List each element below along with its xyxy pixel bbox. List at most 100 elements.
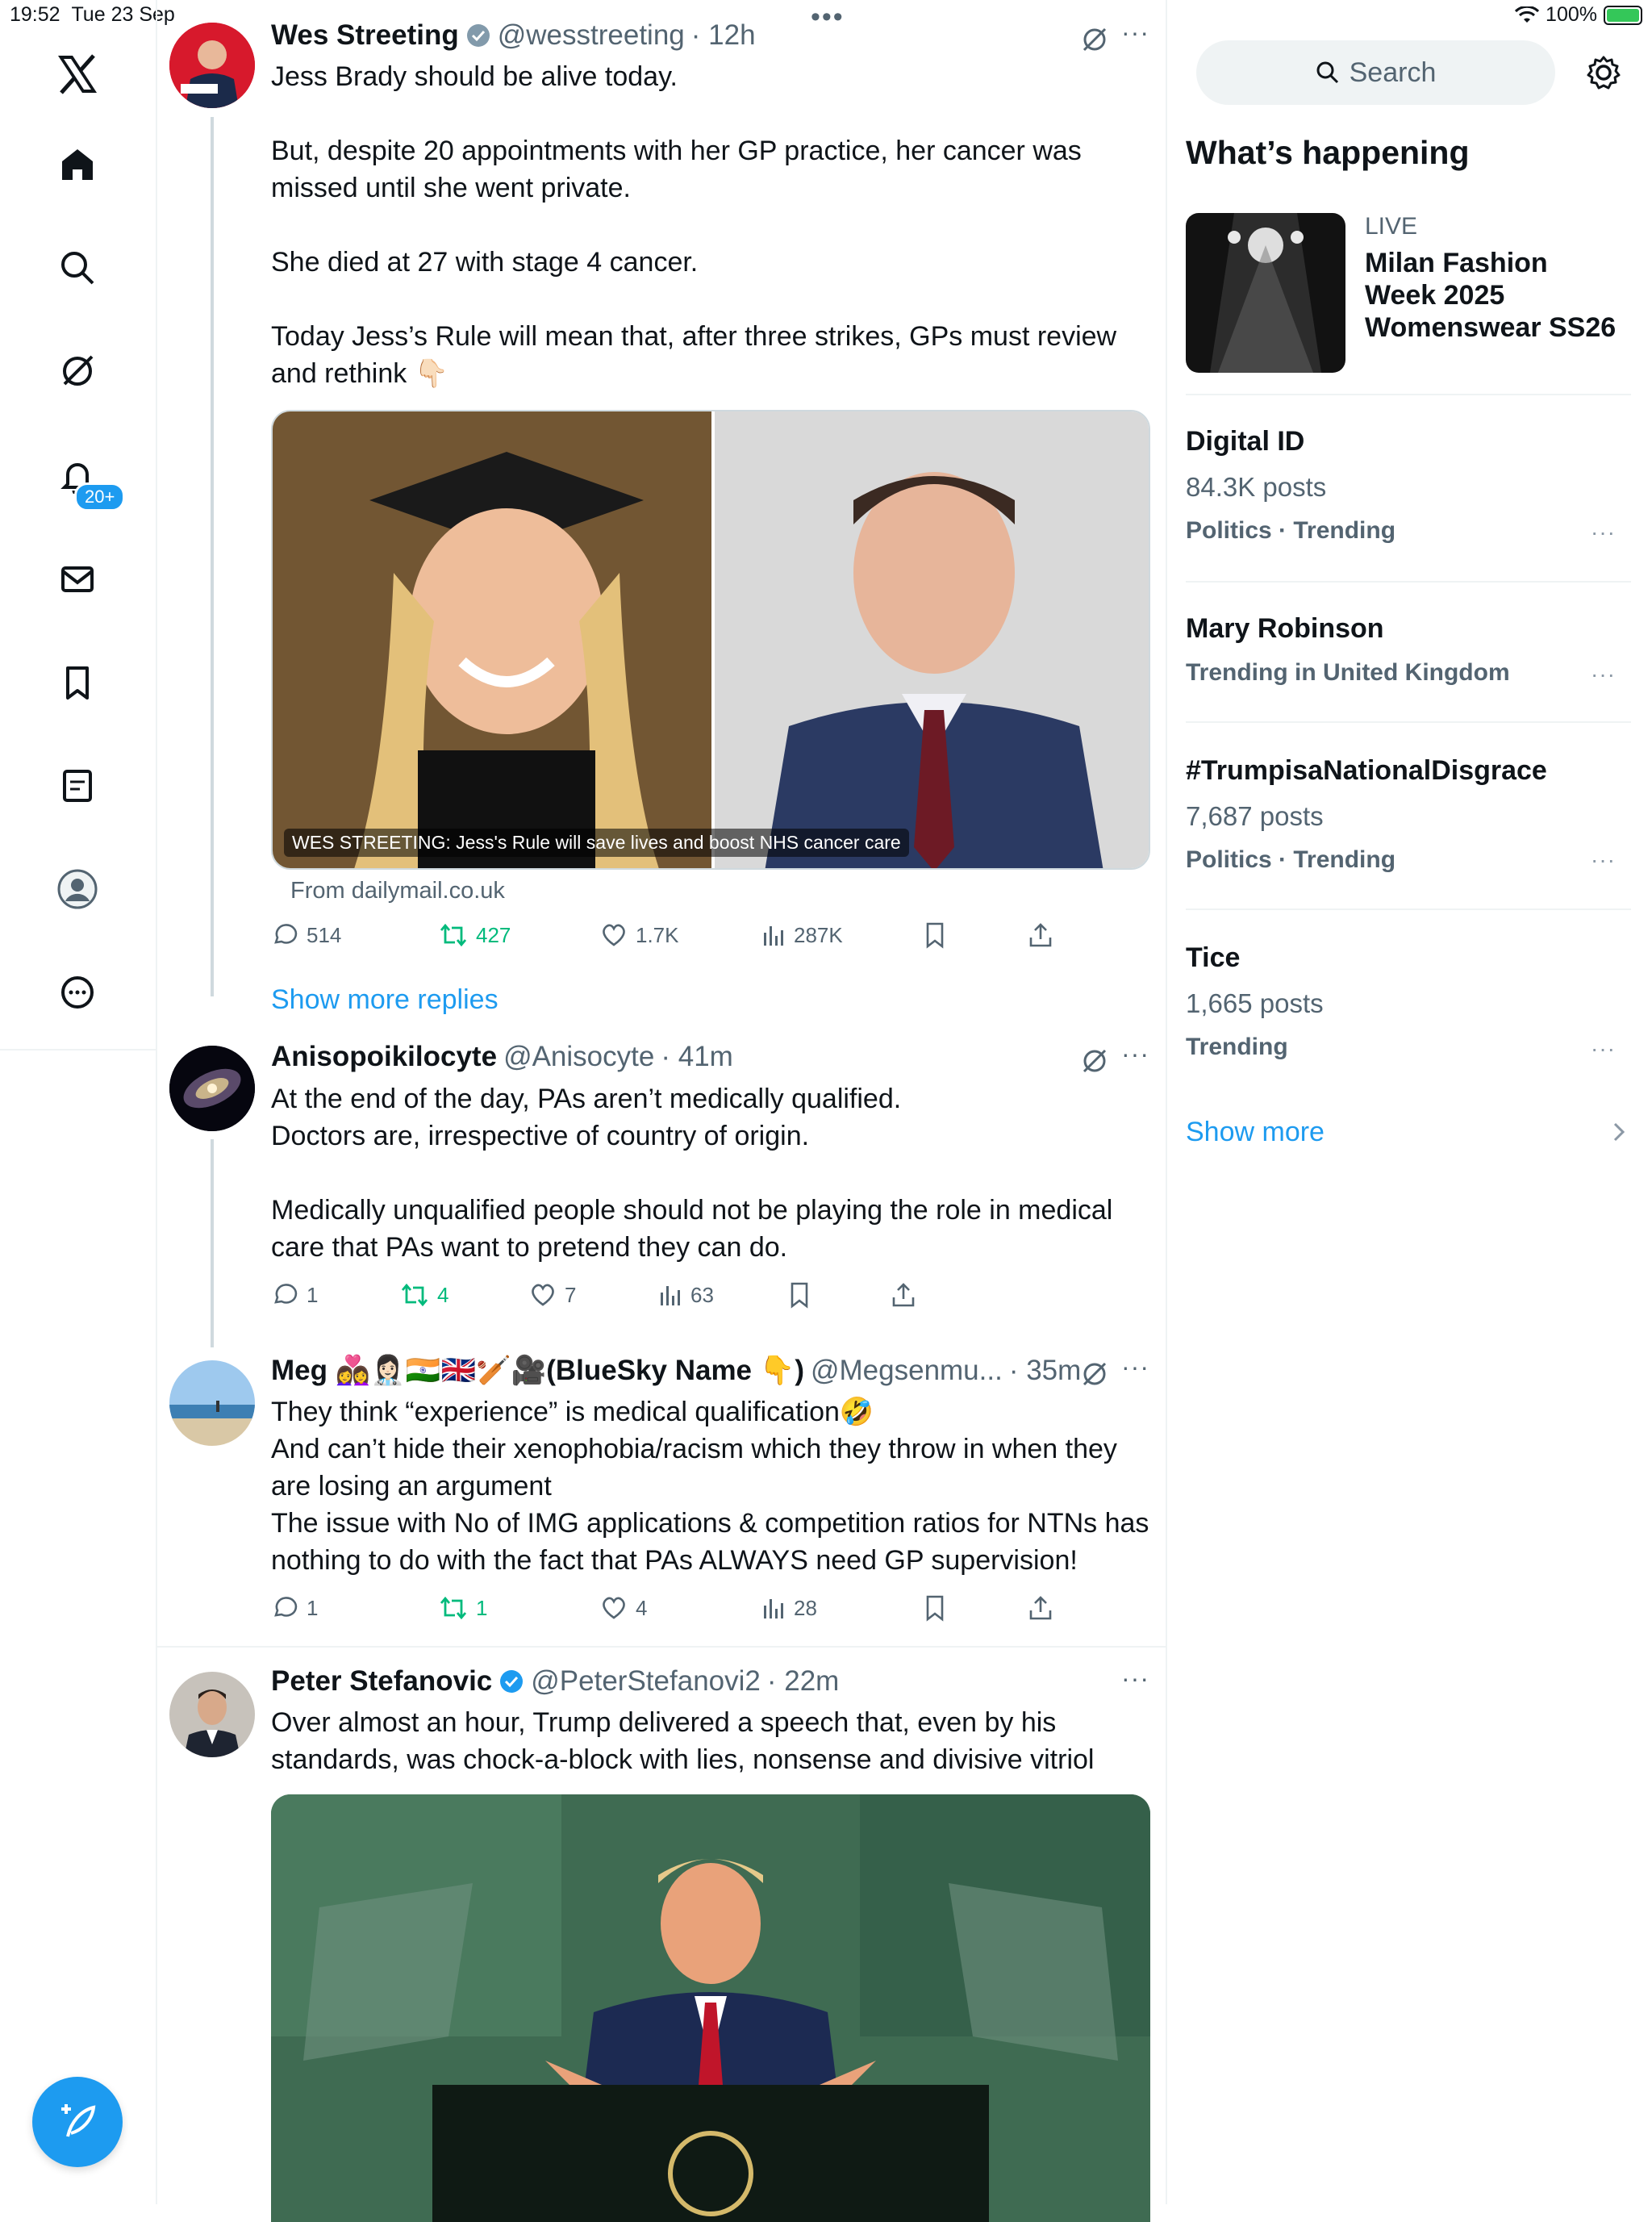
author-name[interactable]: Peter Stefanovic: [271, 1665, 492, 1698]
feather-plus-icon: [61, 2104, 96, 2137]
trend-item[interactable]: Tice 1,665 posts Trending: [1186, 942, 1324, 1061]
multitask-dots[interactable]: •••: [811, 2, 845, 33]
tweet-text: At the end of the day, PAs aren’t medica…: [271, 1084, 1113, 1263]
bookmark-icon: [791, 1282, 808, 1309]
home-icon[interactable]: [45, 132, 110, 197]
live-label: LIVE: [1365, 213, 1418, 240]
like-button[interactable]: 7: [529, 1281, 658, 1309]
feed-right-border: [1166, 0, 1167, 2204]
share-upload-icon: [892, 1283, 915, 1307]
lists-icon[interactable]: [45, 754, 110, 818]
reply-button[interactable]: 514: [271, 921, 439, 949]
trend-category: Politics · Trending: [1186, 517, 1396, 544]
author-handle[interactable]: @Megsenmu...: [811, 1355, 1003, 1387]
bookmark-button[interactable]: [923, 1594, 1028, 1622]
card-source[interactable]: From dailymail.co.uk: [290, 878, 505, 904]
search-input[interactable]: Search: [1196, 40, 1555, 105]
show-more-trends-link[interactable]: Show more: [1186, 1117, 1325, 1148]
author-handle[interactable]: @wesstreeting: [498, 19, 685, 52]
more-options-icon[interactable]: ···: [1121, 1664, 1149, 1694]
status-time: 19:52 Tue 23 Sep: [10, 3, 175, 26]
views-button[interactable]: 287K: [761, 921, 923, 949]
bookmarks-icon[interactable]: [45, 650, 110, 715]
repost-icon: [440, 923, 467, 947]
tweet-actions: 514 427 1.7K 287K: [271, 921, 1078, 949]
grok-icon[interactable]: [1081, 26, 1108, 53]
bookmark-button[interactable]: [787, 1281, 891, 1309]
trend-count: 84.3K posts: [1186, 472, 1327, 502]
tweet-text: Jess Brady should be alive today. But, d…: [271, 61, 1117, 389]
trend-more-icon[interactable]: ···: [1591, 662, 1616, 687]
repost-button[interactable]: 1: [439, 1594, 600, 1622]
profile-avatar-icon[interactable]: [45, 857, 110, 921]
avatar[interactable]: [169, 1046, 255, 1131]
more-options-icon[interactable]: ···: [1121, 18, 1149, 48]
views-chart-icon: [661, 1286, 680, 1305]
share-button[interactable]: [1028, 1594, 1053, 1622]
trend-category: Trending in United Kingdom: [1186, 659, 1510, 686]
like-button[interactable]: 1.7K: [600, 921, 761, 949]
bookmark-icon: [926, 1595, 944, 1622]
grok-icon[interactable]: [1081, 1360, 1108, 1388]
author-name[interactable]: Wes Streeting: [271, 19, 459, 52]
trend-divider: [1186, 721, 1631, 723]
views-button[interactable]: 63: [658, 1281, 787, 1309]
trend-divider: [1186, 581, 1631, 583]
grok-icon[interactable]: [1081, 1047, 1108, 1075]
trend-title: Mary Robinson: [1186, 613, 1384, 644]
share-button[interactable]: [891, 1281, 916, 1309]
live-event-thumbnail[interactable]: [1186, 213, 1345, 373]
author-handle[interactable]: @PeterStefanovi2: [531, 1665, 761, 1698]
compose-post-button[interactable]: [32, 2077, 123, 2167]
search-icon: [1316, 61, 1338, 84]
share-upload-icon: [1029, 1596, 1052, 1620]
show-more-replies-link[interactable]: Show more replies: [271, 984, 499, 1016]
x-logo-icon[interactable]: [45, 42, 110, 107]
explore-search-icon[interactable]: [45, 236, 110, 300]
repost-button[interactable]: 427: [439, 921, 600, 949]
bookmark-button[interactable]: [923, 921, 1028, 949]
verified-badge-icon: [466, 24, 490, 47]
status-indicators: 100%: [1515, 3, 1642, 27]
reply-button[interactable]: 1: [271, 1281, 400, 1309]
tweet-header: Meg 👩‍❤️‍👩👩🏻‍⚕️🇮🇳🇬🇧🏏🎥(BlueSky Name 👇) @M…: [271, 1354, 1081, 1387]
grok-icon[interactable]: [45, 339, 110, 403]
avatar[interactable]: [169, 1672, 255, 1757]
live-event-title[interactable]: Milan Fashion Week 2025 Womenswear SS26: [1365, 247, 1623, 344]
like-button[interactable]: 4: [600, 1594, 761, 1622]
trend-more-icon[interactable]: ···: [1591, 1036, 1616, 1062]
link-card[interactable]: WES STREETING: Jess's Rule will save liv…: [271, 410, 1150, 870]
trend-more-icon[interactable]: ···: [1591, 847, 1616, 873]
trend-item[interactable]: Digital ID 84.3K posts Politics · Trendi…: [1186, 426, 1395, 545]
views-button[interactable]: 28: [761, 1594, 923, 1622]
tweet-actions: 1 1 4 28: [271, 1594, 1078, 1622]
author-handle[interactable]: @Anisocyte: [503, 1041, 654, 1073]
tweet-actions: 1 4 7 63: [271, 1281, 997, 1309]
bookmark-icon: [926, 922, 944, 949]
tweet-media[interactable]: [271, 1794, 1150, 2222]
trend-more-icon[interactable]: ···: [1591, 520, 1616, 545]
avatar[interactable]: [169, 23, 255, 108]
trend-item[interactable]: Mary Robinson Trending in United Kingdom: [1186, 613, 1510, 687]
trend-divider: [1186, 394, 1631, 395]
reply-button[interactable]: 1: [271, 1594, 439, 1622]
battery-icon: [1604, 5, 1642, 25]
share-upload-icon: [1029, 923, 1052, 947]
trend-category: Trending: [1186, 1034, 1288, 1060]
trend-divider: [1186, 908, 1631, 910]
avatar[interactable]: [169, 1360, 255, 1446]
author-name[interactable]: Meg 👩‍❤️‍👩👩🏻‍⚕️🇮🇳🇬🇧🏏🎥(BlueSky Name 👇): [271, 1354, 804, 1387]
more-menu-icon[interactable]: [45, 960, 110, 1025]
repost-icon: [401, 1283, 428, 1307]
trend-item[interactable]: #TrumpisaNationalDisgrace 7,687 posts Po…: [1186, 755, 1547, 874]
chevron-right-icon[interactable]: [1612, 1121, 1626, 1142]
messages-envelope-icon[interactable]: [45, 547, 110, 612]
views-chart-icon: [764, 1599, 783, 1618]
gear-icon[interactable]: [1586, 55, 1621, 90]
more-options-icon[interactable]: ···: [1121, 1352, 1149, 1382]
repost-button[interactable]: 4: [400, 1281, 529, 1309]
share-button[interactable]: [1028, 921, 1053, 949]
author-name[interactable]: Anisopoikilocyte: [271, 1041, 497, 1073]
speech-photo: [271, 1794, 1150, 2222]
more-options-icon[interactable]: ···: [1121, 1039, 1149, 1069]
